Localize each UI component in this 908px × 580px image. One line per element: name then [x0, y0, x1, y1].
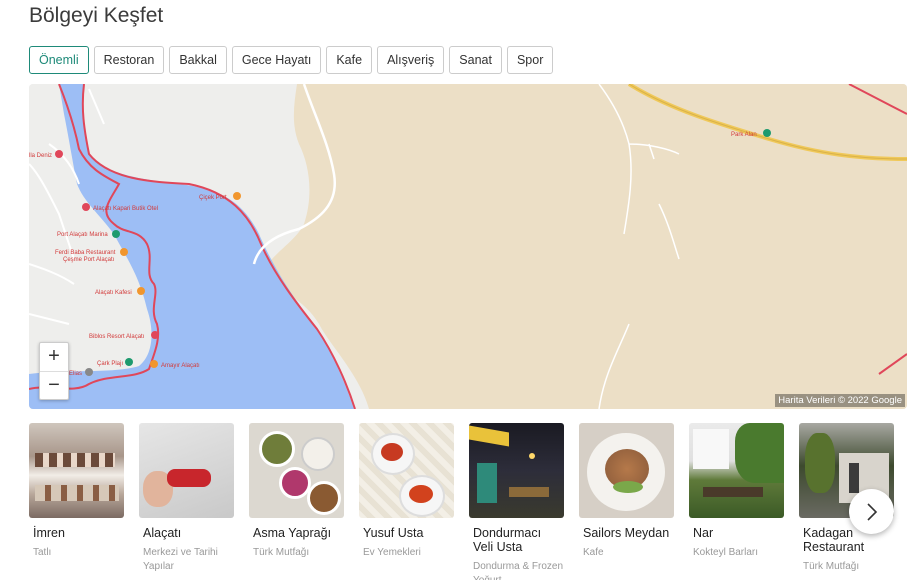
- filter-spor[interactable]: Spor: [506, 46, 554, 74]
- filter-restoran[interactable]: Restoran: [93, 46, 165, 74]
- filter-alisveris[interactable]: Alışveriş: [377, 46, 445, 74]
- place-category: Dondurma & Frozen Yoğurt: [473, 561, 564, 580]
- place-photo: [579, 423, 674, 518]
- place-card[interactable]: Alaçatı Merkezi ve Tarihi Yapılar: [139, 423, 234, 574]
- svg-text:Amayır Alaçatı: Amayır Alaçatı: [161, 363, 200, 369]
- place-category: Tatlı: [33, 547, 52, 558]
- place-photo: [139, 423, 234, 518]
- chevron-right-icon: [866, 502, 877, 521]
- svg-text:lla Deniz: lla Deniz: [29, 153, 52, 159]
- place-category: Türk Mutfağı: [803, 561, 860, 572]
- place-name: Nar: [693, 526, 714, 540]
- svg-text:Alaçatı Kapari Butik Otel: Alaçatı Kapari Butik Otel: [93, 206, 158, 212]
- place-card[interactable]: İmren Tatlı: [29, 423, 124, 560]
- page-title: Bölgeyi Keşfet: [29, 4, 164, 27]
- zoom-control: + −: [39, 342, 69, 400]
- filter-sanat[interactable]: Sanat: [449, 46, 502, 74]
- place-photo: [29, 423, 124, 518]
- place-category: Merkezi ve Tarihi Yapılar: [143, 547, 218, 572]
- place-name: Sailors Meydan: [583, 526, 670, 540]
- svg-text:Alaçatı Kafesi: Alaçatı Kafesi: [95, 290, 132, 296]
- svg-text:Park Alan: Park Alan: [731, 132, 757, 138]
- place-card[interactable]: Yusuf Usta Ev Yemekleri: [359, 423, 454, 560]
- map-canvas: Alaçatı Kapari Butik Otel Port Alaçatı M…: [29, 84, 907, 409]
- svg-text:Elias: Elias: [69, 371, 82, 377]
- place-category: Kokteyl Barları: [693, 547, 759, 558]
- place-photo: [249, 423, 344, 518]
- place-card[interactable]: Nar Kokteyl Barları: [689, 423, 784, 560]
- place-card[interactable]: Sailors Meydan Kafe: [579, 423, 674, 560]
- place-category: Ev Yemekleri: [363, 547, 421, 558]
- filter-onemli[interactable]: Önemli: [29, 46, 89, 74]
- area-map[interactable]: Alaçatı Kapari Butik Otel Port Alaçatı M…: [29, 84, 907, 409]
- svg-text:Biblos Resort Alaçatı: Biblos Resort Alaçatı: [89, 334, 145, 340]
- place-name: İmren: [33, 526, 65, 540]
- filter-kafe[interactable]: Kafe: [326, 46, 373, 74]
- place-photo: [469, 423, 564, 518]
- svg-text:Ferdi Baba Restaurant: Ferdi Baba Restaurant: [55, 250, 116, 256]
- place-name: Dondurmacı Veli Usta: [473, 526, 542, 554]
- place-photo: [689, 423, 784, 518]
- place-name: Alaçatı: [143, 526, 182, 540]
- places-carousel: İmren Tatlı Alaçatı Merkezi ve Tarihi Ya…: [29, 423, 908, 580]
- svg-text:Çark Plajı: Çark Plajı: [97, 361, 123, 367]
- place-name: Yusuf Usta: [363, 526, 424, 540]
- carousel-next-button[interactable]: [849, 489, 894, 534]
- category-filters: Önemli Restoran Bakkal Gece Hayatı Kafe …: [29, 46, 554, 74]
- filter-bakkal[interactable]: Bakkal: [169, 46, 227, 74]
- filter-gece-hayati[interactable]: Gece Hayatı: [231, 46, 322, 74]
- map-attribution: Harita Verileri © 2022 Google: [775, 394, 905, 407]
- place-category: Kafe: [583, 547, 604, 558]
- place-photo: [359, 423, 454, 518]
- place-name: Asma Yaprağı: [253, 526, 332, 540]
- svg-text:Port Alaçatı Marina: Port Alaçatı Marina: [57, 232, 108, 238]
- zoom-out-button[interactable]: −: [40, 370, 68, 400]
- place-category: Türk Mutfağı: [253, 547, 310, 558]
- place-card[interactable]: Dondurmacı Veli Usta Dondurma & Frozen Y…: [469, 423, 564, 580]
- svg-text:Çeşme Port Alaçatı: Çeşme Port Alaçatı: [63, 257, 115, 263]
- zoom-in-button[interactable]: +: [40, 343, 68, 371]
- svg-text:Çiçek Port: Çiçek Port: [199, 195, 227, 201]
- place-card[interactable]: Asma Yaprağı Türk Mutfağı: [249, 423, 344, 560]
